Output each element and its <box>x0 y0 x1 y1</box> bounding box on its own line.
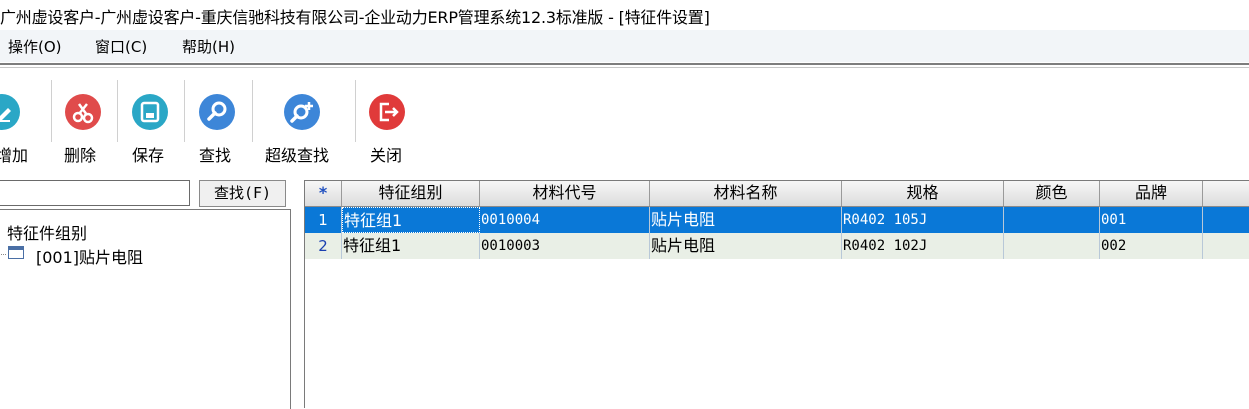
row-number: 2 <box>305 233 342 259</box>
delete-button[interactable]: 删除 <box>60 70 110 170</box>
close-button[interactable]: 关闭 <box>364 70 414 170</box>
menu-bar: 操作(O) 窗口(C) 帮助(H) <box>0 30 1249 62</box>
cell-spec[interactable]: R0402 102J <box>842 233 1004 259</box>
cell-brand[interactable]: 002 <box>1100 233 1203 259</box>
table-row[interactable]: 1 特征组1 0010004 贴片电阻 R0402 105J 001 <box>305 207 1249 233</box>
cell-name[interactable]: 贴片电阻 <box>650 207 842 233</box>
tree-node[interactable]: [001]贴片电阻 <box>36 244 143 268</box>
toolbar-divider <box>117 80 118 142</box>
edit-icon <box>0 94 20 130</box>
column-header-spec[interactable]: 规格 <box>842 181 1004 206</box>
row-number: 1 <box>305 207 342 233</box>
column-header-color[interactable]: 颜色 <box>1004 181 1100 206</box>
column-header-code[interactable]: 材料代号 <box>480 181 650 206</box>
cell-more[interactable] <box>1203 207 1249 233</box>
toolbar-divider <box>355 80 356 142</box>
column-header-group[interactable]: 特征组别 <box>342 181 480 206</box>
grid-header: * 特征组别 材料代号 材料名称 规格 颜色 品牌 工 <box>305 181 1249 207</box>
toolbar-divider <box>184 80 185 142</box>
table-row[interactable]: 2 特征组1 0010003 贴片电阻 R0402 102J 002 <box>305 233 1249 259</box>
advanced-find-label: 超级查找 <box>265 146 330 165</box>
cell-name[interactable]: 贴片电阻 <box>650 233 842 259</box>
cell-color[interactable] <box>1004 207 1100 233</box>
advanced-search-icon <box>284 94 320 130</box>
close-label: 关闭 <box>370 146 403 165</box>
cell-brand[interactable]: 001 <box>1100 207 1203 233</box>
find-button[interactable]: 查找 <box>192 70 242 170</box>
add-label: 增加 <box>0 146 29 165</box>
exit-icon <box>369 94 405 130</box>
cell-group[interactable]: 特征组1 <box>342 233 480 259</box>
menu-operate[interactable]: 操作(O) <box>8 36 62 57</box>
menu-separator <box>0 62 1249 70</box>
toolbar: 增加 删除 保存 查找 超级查找 关闭 <box>0 70 1249 176</box>
column-header-name[interactable]: 材料名称 <box>650 181 842 206</box>
search-icon <box>199 94 235 130</box>
find-label: 查找 <box>199 146 232 165</box>
toolbar-divider <box>51 80 52 142</box>
delete-label: 删除 <box>64 146 97 165</box>
save-icon <box>132 94 168 130</box>
cell-code[interactable]: 0010004 <box>480 207 650 233</box>
data-grid[interactable]: * 特征组别 材料代号 材料名称 规格 颜色 品牌 工 1 特征组1 00100… <box>304 180 1249 408</box>
column-header-more[interactable]: 工 <box>1203 181 1249 206</box>
cell-group[interactable]: 特征组1 <box>342 207 480 233</box>
tree-root[interactable]: 特征件组别 <box>7 220 87 244</box>
menu-help[interactable]: 帮助(H) <box>182 36 235 57</box>
cell-more[interactable] <box>1203 233 1249 259</box>
menu-window[interactable]: 窗口(C) <box>95 36 147 57</box>
search-input[interactable] <box>0 180 190 206</box>
tree-connector <box>0 254 6 255</box>
cell-color[interactable] <box>1004 233 1100 259</box>
add-button[interactable]: 增加 <box>0 70 44 170</box>
cell-spec[interactable]: R0402 105J <box>842 207 1004 233</box>
window-icon <box>8 246 24 259</box>
window-titlebar: 广州虚设客户-广州虚设客户-重庆信驰科技有限公司-企业动力ERP管理系统12.3… <box>0 0 1249 30</box>
save-label: 保存 <box>132 146 165 165</box>
search-find-button[interactable]: 查找(F) <box>199 180 286 207</box>
window-title: 广州虚设客户-广州虚设客户-重庆信驰科技有限公司-企业动力ERP管理系统12.3… <box>0 8 710 27</box>
cell-code[interactable]: 0010003 <box>480 233 650 259</box>
group-tree[interactable]: 特征件组别 [001]贴片电阻 <box>0 209 291 409</box>
header-marker: * <box>305 181 342 206</box>
scissors-icon <box>65 94 101 130</box>
toolbar-divider <box>252 80 253 142</box>
column-header-brand[interactable]: 品牌 <box>1100 181 1203 206</box>
advanced-find-button[interactable]: 超级查找 <box>262 70 352 170</box>
save-button[interactable]: 保存 <box>126 70 176 170</box>
